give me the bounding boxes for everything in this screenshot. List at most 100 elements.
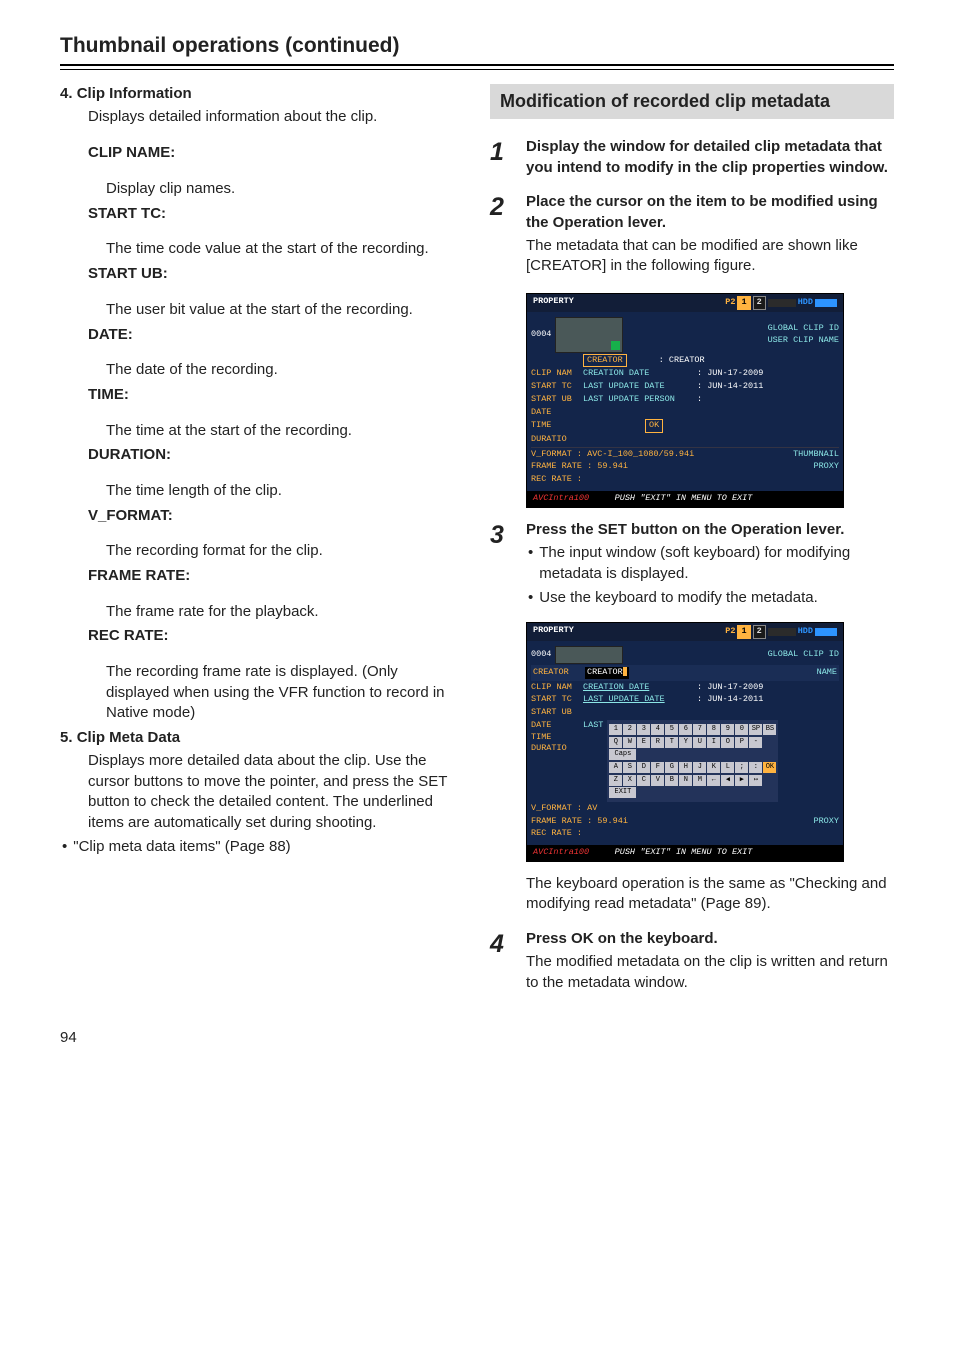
shot1-globalid: GLOBAL CLIP ID [768,323,839,335]
shot1-slots: P2 1 2 HDD [725,296,837,310]
shot2-r1-val: : JUN-14-2011 [697,694,763,706]
clip-name-text: Display clip names. [106,179,464,200]
page: Thumbnail operations (continued) 4. Clip… [0,0,954,1066]
step-4: 4 Press OK on the keyboard. The modified… [490,929,894,995]
shot1-r3-lbl: DATE [531,407,579,419]
shot2-slot1: 1 [737,625,750,639]
kbd-key: 1 [609,724,622,735]
shot2-clipno: 0004 [531,649,551,661]
kbd-key: ▶ [735,775,748,786]
shot1-fr: FRAME RATE : 59.94i PROXY [531,461,839,473]
step-3-bullet-1: Use the keyboard to modify the metadata. [528,588,894,609]
shot2-vformat: V_FORMAT : AV [531,803,597,815]
kbd-key: X [623,775,636,786]
kbd-key: W [623,737,636,748]
duration-text: The time length of the clip. [106,481,464,502]
kbd-key: Z [609,775,622,786]
step-3-bullet-0: The input window (soft keyboard) for mod… [528,543,894,584]
step-3-title: Press the SET button on the Operation le… [526,520,894,541]
shot1-r0-lbl: CLIP NAM [531,368,579,380]
time-text: The time at the start of the recording. [106,421,464,442]
shot1-userclipname: USER CLIP NAME [768,335,839,347]
shot2-ids: GLOBAL CLIP ID [768,649,839,661]
shot1-thumbnail: THUMBNAIL [793,449,839,461]
kbd-row-4: ZXCVBNM←◀▶↦EXIT [609,775,776,798]
item-4-desc: Displays detailed information about the … [88,107,464,128]
shot1-r0-fld: CREATION DATE [583,368,693,380]
kbd-key: 4 [651,724,664,735]
kbd-key: 9 [721,724,734,735]
shot1-creator-row: CREATOR : CREATOR [531,354,839,368]
shot1-brand: AVCIntra100 [533,493,589,503]
bullet-dot-icon [528,543,533,584]
start-ub-label: START UB: [88,264,464,285]
shot1-ok: OK [645,419,663,433]
shot2-r0-val: : JUN-17-2009 [697,682,763,694]
framerate-label: FRAME RATE: [88,566,464,587]
shot1-r0: CLIP NAM CREATION DATE : JUN-17-2009 [531,368,839,380]
item-5-num: 5. [60,729,73,746]
shot2-kbd-area: DATE TIME DURATIO LAST 1234567890SPBS QW… [531,720,839,802]
shot1-r2-fld: LAST UPDATE PERSON [583,394,693,406]
step-2: 2 Place the cursor on the item to be mod… [490,192,894,279]
kbd-key: K [707,762,720,773]
shot2-body: 0004 GLOBAL CLIP ID CREATOR CREATOR NAME [527,641,843,845]
kbd-key: R [651,737,664,748]
screenshot-2: PROPERTY P2 1 2 HDD 0004 [526,622,844,861]
shot1-p2: P2 [725,297,735,309]
item-4-heading: 4. Clip Information [60,84,464,105]
time-label: TIME: [88,385,464,406]
kbd-key: E [637,737,650,748]
step-2-para: The metadata that can be modified are sh… [526,236,894,277]
shot2-rr: REC RATE : [531,828,839,840]
kbd-key: - [749,737,762,748]
step-3-bullet-0-text: The input window (soft keyboard) for mod… [539,543,894,584]
kbd-key: J [693,762,706,773]
bullet-dot-icon [528,588,533,609]
play-icon [611,341,620,350]
right-column: Modification of recorded clip metadata 1… [490,84,894,1009]
shot1-framerate: FRAME RATE : 59.94i [531,461,628,473]
shot2-r5-lbl: DURATIO [531,743,579,755]
kbd-key: S [623,762,636,773]
item-4-num: 4. [60,85,73,102]
clip-name-label: CLIP NAME: [88,143,464,164]
section-heading: Modification of recorded clip metadata [490,84,894,119]
step-3-after: The keyboard operation is the same as "C… [526,874,894,915]
shot2-last-lbl: LAST [583,720,603,730]
duration-label: DURATION: [88,445,464,466]
kbd-row-1: 1234567890SPBS [609,724,776,735]
kbd-key: Y [679,737,692,748]
shot1-footer: AVCIntra100 PUSH "EXIT" IN MENU TO EXIT [527,491,843,507]
shot1-prop: PROPERTY [533,296,574,310]
shot1-header: PROPERTY P2 1 2 HDD [527,294,843,312]
shot2-row-top: 0004 GLOBAL CLIP ID [531,646,839,664]
kbd-key: F [651,762,664,773]
shot2-gap [768,628,796,636]
shot1-slot2: 2 [753,296,766,310]
shot1-slot1: 1 [737,296,750,310]
kbd-key: A [609,762,622,773]
shot2-r1-lbl: START TC [531,694,579,706]
shot1-creator-box: CREATOR [583,354,627,368]
kbd-key: ↦ [749,775,762,786]
shot1-ids: GLOBAL CLIP ID USER CLIP NAME [768,323,839,346]
kbd-key: Q [609,737,622,748]
page-number: 94 [60,1029,894,1046]
shot1-recrate: REC RATE : [531,474,582,486]
shot2-r4-lbl: TIME [531,732,579,744]
shot2-r0: CLIP NAM CREATION DATE : JUN-17-2009 [531,682,839,694]
kbd-key: B [665,775,678,786]
soft-keyboard: 1234567890SPBS QWERTYUIOP-Caps ASDFGHJKL… [607,720,778,802]
shot1-r4-lbl: TIME [531,420,579,432]
kbd-key: : [749,762,762,773]
shot2-r2: START UB [531,707,839,719]
shot2-hdd: HDD [798,626,813,638]
shot2-footer: AVCIntra100 PUSH "EXIT" IN MENU TO EXIT [527,845,843,861]
shot2-p2: P2 [725,626,735,638]
kbd-key: I [707,737,720,748]
vformat-label: V_FORMAT: [88,506,464,527]
item-5-bullet-text: "Clip meta data items" (Page 88) [73,837,290,858]
shot1-r2-lbl: START UB [531,394,579,406]
shot2-r2-lbl: START UB [531,707,579,719]
